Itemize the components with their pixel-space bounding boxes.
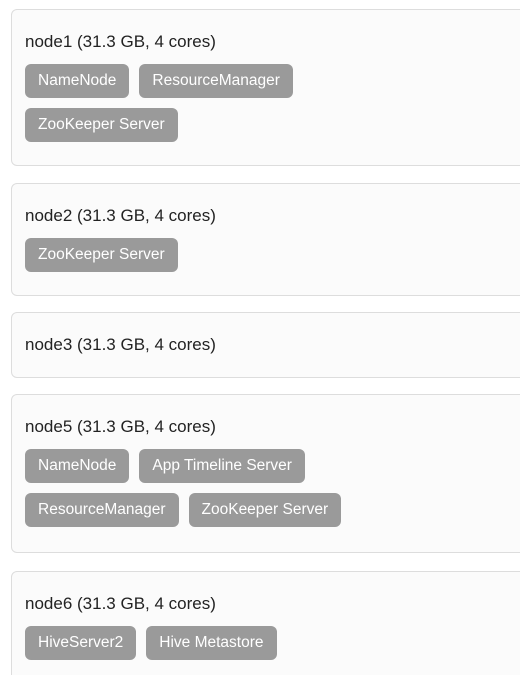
component-tag-zookeeper-server[interactable]: ZooKeeper Server (25, 108, 178, 142)
component-tag-zookeeper-server[interactable]: ZooKeeper Server (25, 238, 178, 272)
component-tag-hiveserver2[interactable]: HiveServer2 (25, 626, 137, 660)
component-list: NameNode App Timeline Server ResourceMan… (25, 449, 435, 527)
component-tag-resourcemanager[interactable]: ResourceManager (25, 493, 179, 527)
host-card-node1: node1 (31.3 GB, 4 cores) NameNode Resour… (11, 9, 520, 166)
host-title: node6 (31.3 GB, 4 cores) (25, 594, 216, 613)
component-tag-namenode[interactable]: NameNode (25, 449, 130, 483)
component-tag-namenode[interactable]: NameNode (25, 64, 130, 98)
component-tag-app-timeline-server[interactable]: App Timeline Server (139, 449, 305, 483)
component-list: ZooKeeper Server (25, 238, 435, 272)
component-tag-resourcemanager[interactable]: ResourceManager (139, 64, 293, 98)
host-title: node5 (31.3 GB, 4 cores) (25, 417, 216, 436)
host-title: node3 (31.3 GB, 4 cores) (25, 335, 216, 354)
host-card-node2: node2 (31.3 GB, 4 cores) ZooKeeper Serve… (11, 183, 520, 296)
component-tag-hive-metastore[interactable]: Hive Metastore (146, 626, 277, 660)
component-list: NameNode ResourceManager ZooKeeper Serve… (25, 64, 435, 142)
host-card-node5: node5 (31.3 GB, 4 cores) NameNode App Ti… (11, 394, 520, 553)
host-card-node3: node3 (31.3 GB, 4 cores) (11, 312, 520, 378)
component-tag-zookeeper-server[interactable]: ZooKeeper Server (188, 493, 342, 527)
component-list: HiveServer2 Hive Metastore (25, 626, 435, 660)
host-card-node6: node6 (31.3 GB, 4 cores) HiveServer2 Hiv… (11, 571, 520, 675)
host-title: node1 (31.3 GB, 4 cores) (25, 32, 216, 51)
host-title: node2 (31.3 GB, 4 cores) (25, 206, 216, 225)
